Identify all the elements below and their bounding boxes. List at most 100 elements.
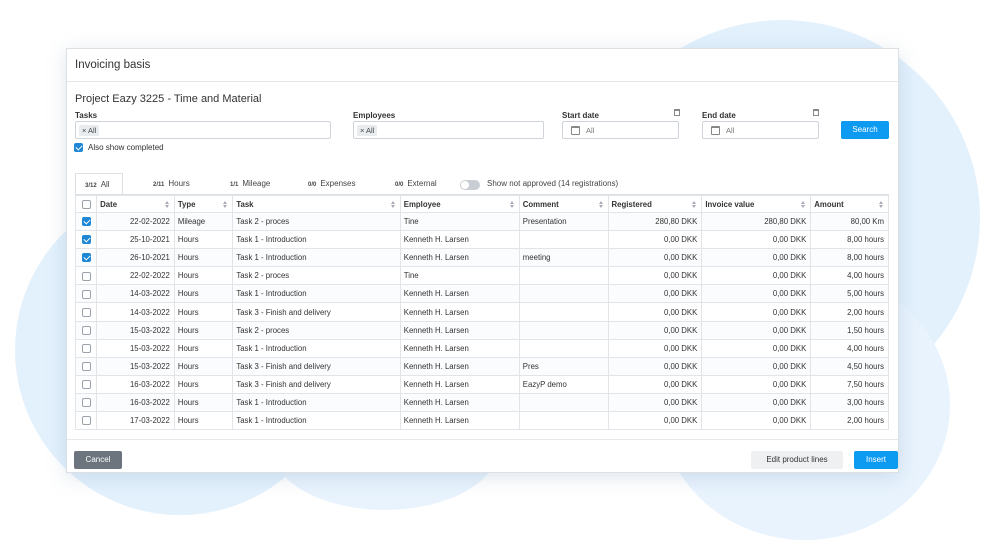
table-row[interactable]: 16-03-2022 Hours Task 1 - Introduction Kenn… <box>74 392 889 413</box>
table-row[interactable]: 14-03-2022 Hours Task 1 - Introduction Kenn… <box>74 284 889 304</box>
tab-mileage[interactable]: 1/1 Mileage <box>230 173 270 195</box>
table-row[interactable]: 15-03-2022 Hours Task 2 - proces Kenneth H.… <box>74 320 889 340</box>
row-select-cell[interactable] <box>74 211 98 232</box>
comment-cell: Presentation <box>518 211 609 232</box>
tasks-all-chip[interactable]: × All <box>79 125 100 136</box>
table-row[interactable]: 15-03-2022 Hours Task 3 - Finish and deliv… <box>74 356 889 376</box>
invoice-value-cell: 0,00 DKK <box>701 320 812 340</box>
select-all-checkbox[interactable] <box>81 199 91 209</box>
also-show-completed-checkbox[interactable] <box>74 143 83 153</box>
start-date-field[interactable]: All <box>562 121 679 139</box>
task-cell: Task 3 - Finish and delivery <box>232 374 401 394</box>
edit-product-lines-button[interactable]: Edit product lines <box>751 451 843 469</box>
task-cell: Task 2 - proces <box>232 320 401 340</box>
column-header-date[interactable]: Date <box>96 195 175 213</box>
comment-cell <box>518 411 609 431</box>
dialog-title: Invoicing basis <box>67 49 898 82</box>
employees-all-chip[interactable]: × All <box>357 125 378 136</box>
row-select-cell[interactable] <box>74 266 98 286</box>
row-checkbox[interactable] <box>81 398 91 408</box>
employees-select[interactable]: × All <box>353 121 544 139</box>
tab-hours[interactable]: 2/11 Hours <box>153 173 190 195</box>
column-header-employee[interactable]: Employee <box>399 195 520 213</box>
invoice-value-cell: 0,00 DKK <box>701 284 812 304</box>
date-cell: 22-02-2022 <box>96 211 175 232</box>
table-row[interactable]: 16-03-2022 Hours Task 3 - Finish and deliv… <box>74 374 889 394</box>
employees-label: Employees <box>353 111 396 120</box>
amount-cell: 4,50 hours <box>810 356 889 376</box>
row-checkbox[interactable] <box>81 380 91 390</box>
registered-cell: 0,00 DKK <box>607 248 703 268</box>
sort-icon <box>879 201 883 208</box>
task-cell: Task 3 - Finish and delivery <box>232 302 401 322</box>
row-checkbox[interactable] <box>81 217 91 227</box>
row-checkbox[interactable] <box>81 325 91 335</box>
column-header-amount[interactable]: Amount <box>810 195 889 213</box>
column-header-type[interactable]: Type <box>173 195 234 213</box>
date-cell: 22-02-2022 <box>96 266 175 286</box>
row-select-cell[interactable] <box>74 374 98 394</box>
insert-button[interactable]: Insert <box>854 451 898 469</box>
tab-external[interactable]: 0/0 External <box>395 173 437 195</box>
cancel-button[interactable]: Cancel <box>74 451 122 469</box>
row-checkbox[interactable] <box>81 253 91 263</box>
search-button[interactable]: Search <box>841 121 889 139</box>
table-row[interactable]: 17-03-2022 Hours Task 1 - Introduction Kenn… <box>74 411 889 431</box>
row-select-cell[interactable] <box>74 338 98 358</box>
registered-cell: 0,00 DKK <box>607 302 703 322</box>
date-cell: 26-10-2021 <box>96 248 175 268</box>
row-select-cell[interactable] <box>74 302 98 322</box>
registered-cell: 0,00 DKK <box>607 230 703 250</box>
row-select-cell[interactable] <box>74 320 98 340</box>
column-header-invoice-value[interactable]: Invoice value <box>701 195 812 213</box>
column-header-comment[interactable]: Comment <box>518 195 609 213</box>
row-select-cell[interactable] <box>74 284 98 304</box>
column-header-task[interactable]: Task <box>232 195 401 213</box>
show-not-approved-toggle[interactable] <box>460 180 480 190</box>
also-show-completed[interactable]: Also show completed <box>74 143 164 153</box>
invoice-value-cell: 0,00 DKK <box>701 356 812 376</box>
row-select-cell[interactable] <box>74 356 98 376</box>
end-date-field[interactable]: All <box>702 121 819 139</box>
amount-cell: 8,00 hours <box>810 248 889 268</box>
employee-cell: Kenneth H. Larsen <box>399 374 520 394</box>
invoicing-basis-dialog: Invoicing basis Project Eazy 3225 - Time… <box>66 48 899 473</box>
row-checkbox[interactable] <box>81 289 91 299</box>
table-row[interactable]: 25-10-2021 Hours Task 1 - Introduction Kenn… <box>74 230 889 250</box>
table-row[interactable]: 22-02-2022 Mileage Task 2 - proces Tine Pres… <box>74 211 889 232</box>
tab-expenses[interactable]: 0/0 Expenses <box>308 173 355 195</box>
comment-cell: meeting <box>518 248 609 268</box>
row-checkbox[interactable] <box>81 235 91 245</box>
row-select-cell[interactable] <box>74 230 98 250</box>
calendar-icon <box>674 109 680 116</box>
amount-cell: 8,00 hours <box>810 230 889 250</box>
row-checkbox[interactable] <box>81 343 91 353</box>
row-checkbox[interactable] <box>81 416 91 426</box>
invoice-value-cell: 280,80 DKK <box>701 211 812 232</box>
sort-icon <box>390 201 395 208</box>
tab-all[interactable]: 3/12 All <box>75 173 123 195</box>
comment-cell <box>518 338 609 358</box>
row-select-cell[interactable] <box>74 411 98 431</box>
table-row[interactable]: 22-02-2022 Hours Task 2 - proces Tine 0,00 D… <box>74 266 889 286</box>
row-checkbox[interactable] <box>81 362 91 372</box>
comment-cell <box>518 266 609 286</box>
table-row[interactable]: 14-03-2022 Hours Task 3 - Finish and deliv… <box>74 302 889 322</box>
registered-cell: 0,00 DKK <box>607 374 703 394</box>
type-cell: Hours <box>173 338 234 358</box>
row-select-cell[interactable] <box>74 248 98 268</box>
row-checkbox[interactable] <box>81 271 91 281</box>
date-cell: 15-03-2022 <box>96 338 175 358</box>
sort-icon <box>692 201 697 208</box>
table-row[interactable]: 15-03-2022 Hours Task 1 - Introduction Kenn… <box>74 338 889 358</box>
employee-cell: Tine <box>399 266 520 286</box>
row-select-cell[interactable] <box>74 392 98 413</box>
employee-cell: Kenneth H. Larsen <box>399 302 520 322</box>
table-row[interactable]: 26-10-2021 Hours Task 1 - Introduction Kenn… <box>74 248 889 268</box>
invoice-value-cell: 0,00 DKK <box>701 411 812 431</box>
row-checkbox[interactable] <box>81 307 91 317</box>
type-cell: Hours <box>173 266 234 286</box>
column-header-registered[interactable]: Registered <box>607 195 703 213</box>
tasks-select[interactable]: × All <box>75 121 331 139</box>
select-all-header[interactable] <box>74 195 98 213</box>
